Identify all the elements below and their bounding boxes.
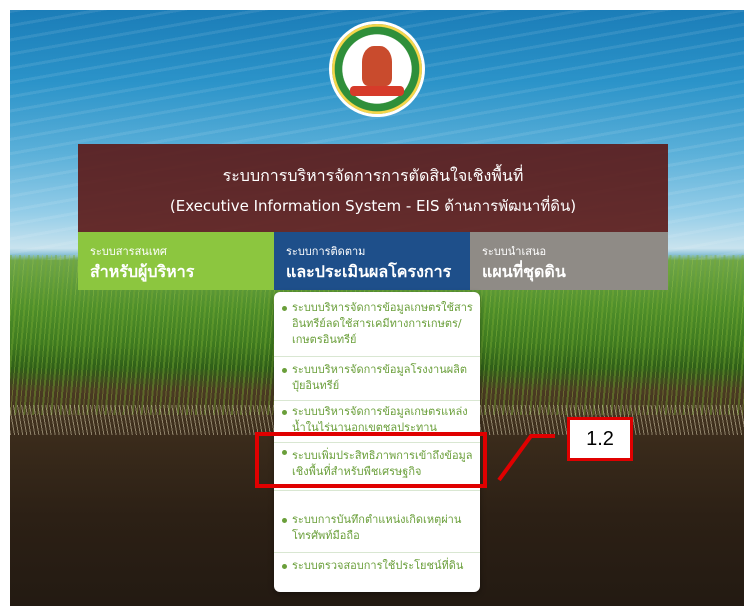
submenu-item-land-use[interactable]: ระบบตรวจสอบการใช้ประโยชน์ที่ดิน <box>274 556 480 584</box>
submenu-item-label: ระบบตรวจสอบการใช้ประโยชน์ที่ดิน <box>292 559 464 572</box>
tab-soil-map[interactable]: ระบบนำเสนอ แผนที่ชุดดิน <box>470 232 668 290</box>
tab-tracking-big: และประเมินผลโครงการ <box>286 262 452 281</box>
bullet-icon <box>282 306 287 311</box>
callout-line <box>497 434 555 482</box>
tab-executive-small: ระบบสารสนเทศ <box>90 245 167 258</box>
bullet-icon <box>282 410 287 415</box>
highlight-box <box>255 432 487 488</box>
submenu-item-organic-farming[interactable]: ระบบบริหารจัดการข้อมูลเกษตรใช้สารอินทรีย… <box>274 298 480 357</box>
tab-soil-small: ระบบนำเสนอ <box>482 245 547 258</box>
main-menu: ระบบสารสนเทศ สำหรับผู้บริหาร ระบบการติดต… <box>78 232 668 290</box>
submenu-item-label: ระบบการบันทึกตำแหน่งเกิดเหตุผ่านโทรศัพท์… <box>292 513 462 542</box>
submenu-item-label: ระบบบริหารจัดการข้อมูลเกษตรใช้สารอินทรีย… <box>292 301 473 346</box>
system-header: ระบบการบริหารจัดการการตัดสินใจเชิงพื้นที… <box>78 144 668 232</box>
bullet-icon <box>282 518 287 523</box>
app-window: ระบบการบริหารจัดการการตัดสินใจเชิงพื้นที… <box>10 10 744 606</box>
tab-tracking-small: ระบบการติดตาม <box>286 245 366 258</box>
department-logo-icon <box>332 24 422 114</box>
tab-tracking-evaluation[interactable]: ระบบการติดตาม และประเมินผลโครงการ <box>274 232 470 290</box>
header-title-th: ระบบการบริหารจัดการการตัดสินใจเชิงพื้นที… <box>222 166 524 185</box>
bullet-icon <box>282 564 287 569</box>
submenu-item-label: ระบบบริหารจัดการข้อมูลโรงงานผลิตปุ๋ยอินท… <box>292 363 468 392</box>
submenu-item-mobile-incident[interactable]: ระบบการบันทึกตำแหน่งเกิดเหตุผ่านโทรศัพท์… <box>274 510 480 553</box>
header-title-en: (Executive Information System - EIS ด้าน… <box>169 197 577 215</box>
tab-executive-big: สำหรับผู้บริหาร <box>90 262 195 281</box>
submenu-item-fertilizer-factory[interactable]: ระบบบริหารจัดการข้อมูลโรงงานผลิตปุ๋ยอินท… <box>274 360 480 401</box>
bullet-icon <box>282 368 287 373</box>
tab-soil-big: แผนที่ชุดดิน <box>482 262 566 281</box>
tab-executive-information[interactable]: ระบบสารสนเทศ สำหรับผู้บริหาร <box>78 232 274 290</box>
callout-label: 1.2 <box>567 417 633 461</box>
